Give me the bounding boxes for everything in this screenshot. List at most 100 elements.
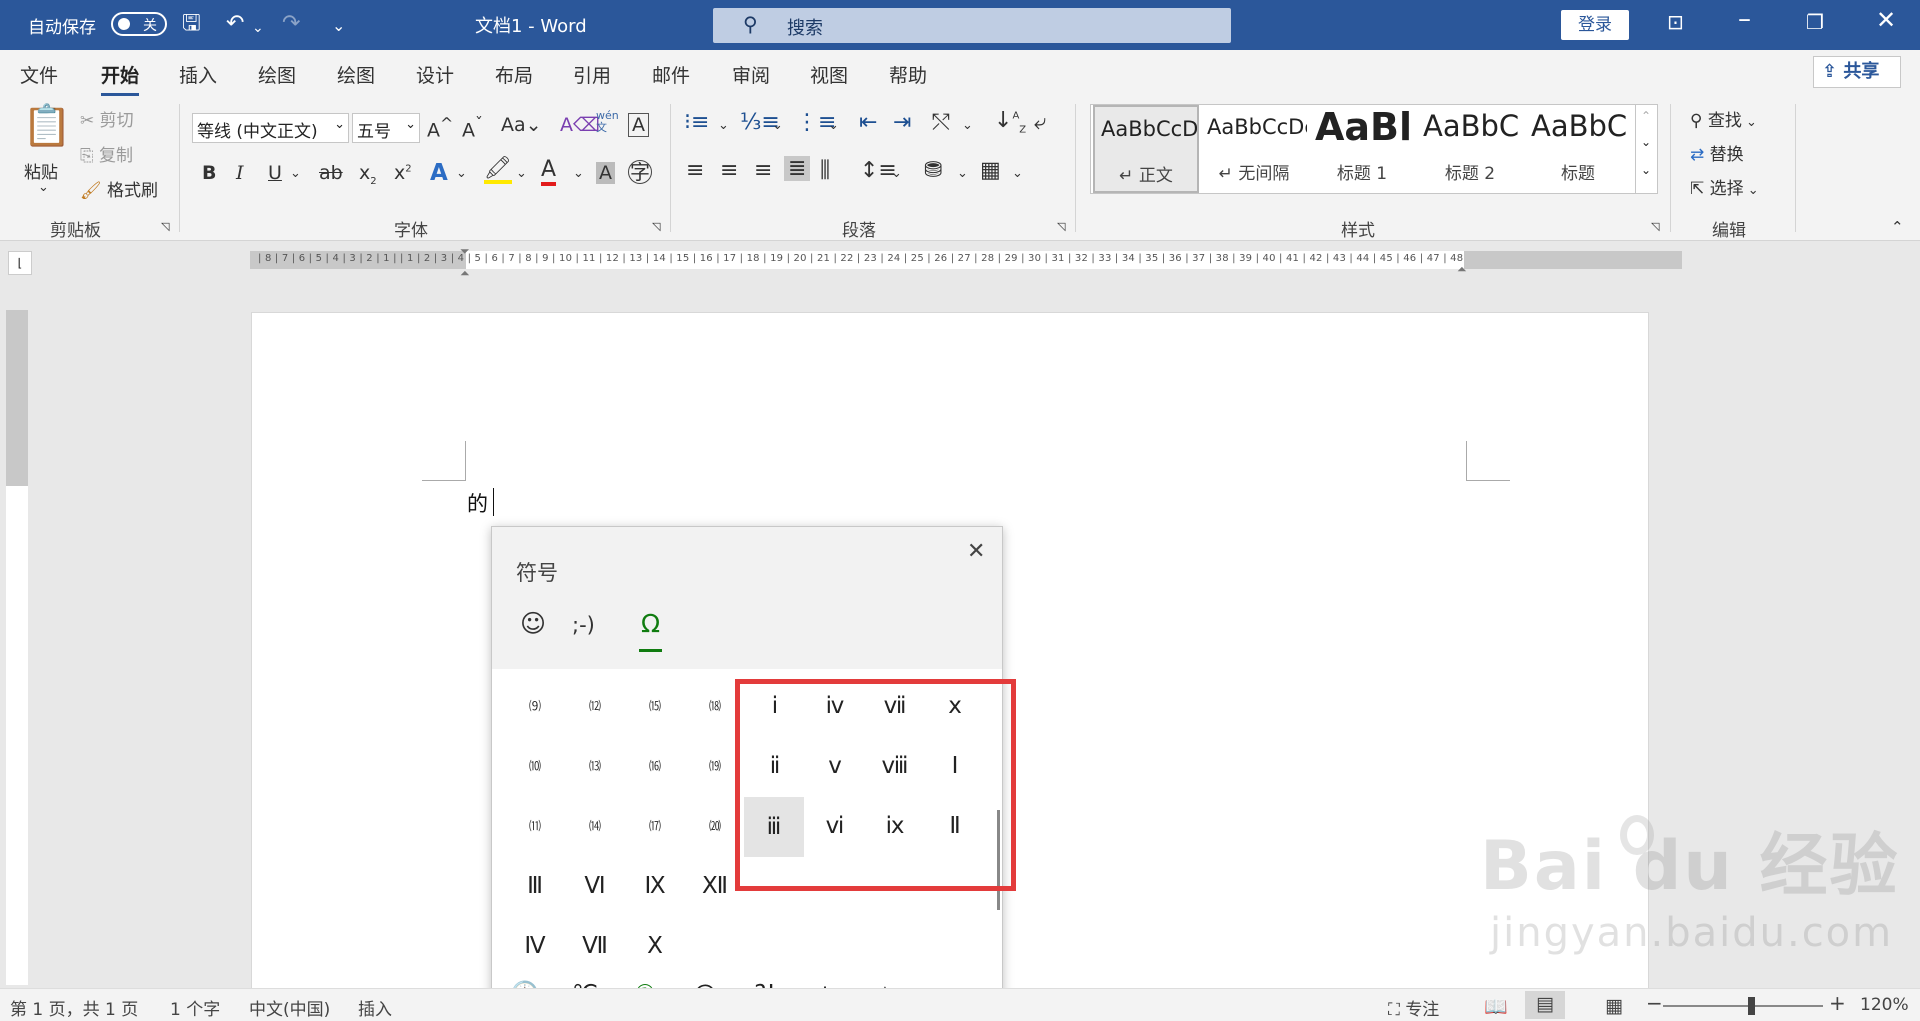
tab-review[interactable]: 审阅 [732, 61, 770, 88]
zoom-slider-thumb[interactable] [1748, 997, 1755, 1015]
symbol-cell[interactable]: ⒃ [630, 741, 680, 791]
symbol-cell[interactable]: ⑿ [570, 681, 620, 731]
symbol-cell[interactable]: ⒁ [570, 801, 620, 851]
shading-dropdown-icon[interactable]: ⌄ [957, 166, 968, 181]
copy-button[interactable]: ⎘ 复制 [80, 141, 133, 166]
first-line-indent-marker[interactable]: ⏷ [460, 244, 470, 259]
customize-qat-icon[interactable]: ⌄ [332, 14, 345, 38]
ribbon-display-icon[interactable]: ⊡ [1667, 10, 1684, 34]
enclose-characters-icon[interactable]: 字 [628, 160, 652, 184]
autosave-toggle[interactable]: 关 [111, 12, 167, 36]
document-text[interactable]: 的 [467, 488, 488, 518]
tab-file[interactable]: 文件 [20, 61, 58, 88]
align-right-icon[interactable]: ≡ [754, 158, 772, 183]
right-indent-marker[interactable]: ⏶ [1457, 262, 1467, 277]
tab-help[interactable]: 帮助 [889, 61, 927, 88]
undo-dropdown-icon[interactable]: ⌄ [252, 16, 264, 40]
line-spacing-dropdown-icon[interactable]: ⌄ [891, 166, 902, 181]
distributed-icon[interactable]: ⫼ [820, 158, 830, 183]
collapse-ribbon-icon[interactable]: ⌃ [1891, 218, 1904, 236]
symbol-cell[interactable]: Ⅳ [510, 921, 560, 971]
font-color-dropdown-icon[interactable]: ⌄ [573, 166, 584, 181]
decrease-indent-icon[interactable]: ⇤ [859, 110, 877, 135]
grow-font-icon[interactable]: A^ [427, 114, 453, 141]
kaomoji-tab[interactable]: ;-) [572, 613, 595, 637]
bold-icon[interactable]: B [202, 162, 216, 184]
phonetic-guide-icon[interactable]: wén 文 [596, 110, 619, 134]
cut-button[interactable]: ✂ 剪切 [80, 106, 134, 131]
tab-references[interactable]: 引用 [573, 61, 611, 88]
text-effects-dropdown-icon[interactable]: ⌄ [456, 166, 467, 181]
symbol-cell[interactable]: ⑼ [510, 681, 560, 731]
symbol-cell[interactable]: Ⅹ [630, 921, 680, 971]
style-heading-2[interactable]: AaBbC 标题 2 [1417, 105, 1523, 193]
multilevel-dropdown-icon[interactable]: ⌄ [828, 118, 839, 133]
tab-draw[interactable]: 绘图 [258, 61, 296, 88]
paragraph-launcher-icon[interactable]: ◹ [1057, 220, 1065, 233]
symbol-cell[interactable]: Ⅲ [510, 861, 560, 911]
align-left-icon[interactable]: ≡ [686, 158, 704, 183]
align-center-icon[interactable]: ≡ [720, 158, 738, 183]
paste-dropdown-icon[interactable]: ⌄ [38, 180, 49, 195]
symbol-cell[interactable]: ⒄ [630, 801, 680, 851]
symbol-cell[interactable]: ⒆ [690, 741, 740, 791]
symbol-cell[interactable]: ⒅ [690, 681, 740, 731]
tab-layout[interactable]: 布局 [495, 61, 533, 88]
undo-icon[interactable]: ↶ [226, 12, 244, 36]
redo-icon[interactable]: ↷ [282, 12, 300, 36]
justify-icon[interactable]: ≣ [784, 156, 811, 181]
symbol-cell[interactable]: ⑽ [510, 741, 560, 791]
font-launcher-icon[interactable]: ◹ [652, 220, 660, 233]
restore-icon[interactable]: ❐ [1806, 10, 1824, 34]
language[interactable]: 中文(中国) [249, 995, 330, 1020]
style-no-spacing[interactable]: AaBbCcDc ↵ 无间隔 [1201, 105, 1307, 193]
tab-home[interactable]: 开始 [101, 61, 140, 96]
style-title[interactable]: AaBbC 标题 [1525, 105, 1631, 193]
word-count[interactable]: 1 个字 [170, 995, 220, 1020]
underline-dropdown-icon[interactable]: ⌄ [290, 166, 301, 181]
font-size-select[interactable]: 五号 ⌄ [352, 113, 420, 143]
shading-icon[interactable]: ⛃ [924, 158, 942, 183]
style-heading-1[interactable]: AaBl 标题 1 [1309, 105, 1415, 193]
symbol-cell[interactable]: Ⅶ [570, 921, 620, 971]
share-button[interactable]: ⇪ 共享 [1813, 56, 1901, 88]
clear-formatting-icon[interactable]: A⌫ [560, 114, 600, 136]
focus-button[interactable]: ⛶ 专注 [1388, 995, 1439, 1020]
symbol-cell[interactable]: Ⅸ [630, 861, 680, 911]
insert-mode[interactable]: 插入 [358, 995, 392, 1020]
replace-button[interactable]: ⇄ 替换 [1690, 140, 1744, 165]
text-effects-icon[interactable]: A [430, 160, 448, 186]
close-icon[interactable]: ✕ [1876, 6, 1896, 34]
sort-icon[interactable]: ↓AZ [994, 108, 1026, 135]
chinese-layout-icon[interactable]: ⤲ [932, 110, 950, 135]
close-icon[interactable]: ✕ [967, 539, 985, 564]
minimize-icon[interactable]: – [1738, 4, 1751, 34]
chinese-layout-dropdown-icon[interactable]: ⌄ [962, 118, 973, 133]
web-layout-icon[interactable]: ▦ [1605, 995, 1623, 1017]
format-painter-button[interactable]: 🖌 格式刷 [80, 176, 158, 201]
show-marks-icon[interactable]: ⤶ [1034, 110, 1046, 135]
scroll-down-icon[interactable]: ⌄ [1641, 135, 1651, 149]
search-box[interactable]: ⚲ 搜索 [713, 8, 1231, 43]
tab-selector-icon[interactable]: ⌊ [8, 251, 32, 275]
borders-icon[interactable]: ▦ [980, 158, 1001, 183]
clipboard-launcher-icon[interactable]: ◹ [161, 220, 169, 233]
styles-launcher-icon[interactable]: ◹ [1651, 220, 1659, 233]
paste-icon[interactable]: 📋 [22, 104, 72, 148]
character-border-icon[interactable]: A [628, 113, 649, 137]
italic-icon[interactable]: I [236, 162, 244, 184]
symbols-tab[interactable]: Ω [638, 609, 663, 652]
zoom-level[interactable]: 120% [1860, 995, 1909, 1015]
print-layout-icon[interactable]: ▤ [1525, 991, 1565, 1019]
zoom-slider[interactable] [1663, 1005, 1823, 1007]
more-styles-icon[interactable]: ⌄ [1641, 163, 1651, 177]
increase-indent-icon[interactable]: ⇥ [893, 110, 911, 135]
find-button[interactable]: ⚲ 查找 ⌄ [1690, 106, 1757, 131]
highlight-dropdown-icon[interactable]: ⌄ [516, 166, 527, 181]
style-normal[interactable]: AaBbCcDc ↵ 正文 [1093, 105, 1199, 193]
login-button[interactable]: 登录 [1561, 10, 1629, 40]
bullets-dropdown-icon[interactable]: ⌄ [718, 118, 729, 133]
font-color-icon[interactable]: A [541, 158, 557, 186]
shrink-font-icon[interactable]: Aˇ [462, 114, 483, 141]
underline-icon[interactable]: U [268, 162, 282, 184]
